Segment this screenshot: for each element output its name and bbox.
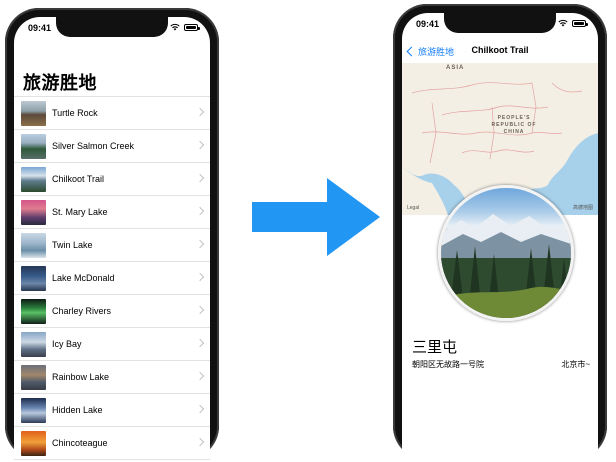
- landmark-thumbnail: [21, 397, 46, 423]
- list-item[interactable]: Rainbow Lake: [14, 361, 210, 394]
- navigation-arrow-icon: [252, 178, 380, 256]
- landmark-thumbnail: [21, 430, 46, 456]
- list-item-label: Chincoteague: [52, 438, 108, 448]
- list-phone-frame: 09:41 旅游胜地 Turtle Rock Silver Salmon Cre…: [5, 8, 219, 460]
- chevron-right-icon: [195, 437, 205, 447]
- list-item-label: St. Mary Lake: [52, 207, 108, 217]
- chevron-right-icon: [195, 140, 205, 150]
- status-icons: [170, 23, 200, 31]
- detail-screen: 09:41 旅游胜地 Chilkoot Trail ASIA PEOPLE'S …: [402, 13, 598, 460]
- list-item-label: Chilkoot Trail: [52, 174, 105, 184]
- landmark-thumbnail: [21, 331, 46, 357]
- landmark-list: Turtle Rock Silver Salmon Creek Chilkoot…: [14, 96, 210, 460]
- map-legal-link[interactable]: Legal: [407, 205, 419, 211]
- chevron-right-icon: [195, 272, 205, 282]
- list-screen: 09:41 旅游胜地 Turtle Rock Silver Salmon Cre…: [14, 17, 210, 460]
- list-item-label: Hidden Lake: [52, 405, 103, 415]
- list-item[interactable]: Silver Salmon Creek: [14, 130, 210, 163]
- chevron-right-icon: [195, 173, 205, 183]
- chevron-right-icon: [195, 404, 205, 414]
- list-item[interactable]: Lake McDonald: [14, 262, 210, 295]
- list-item[interactable]: Charley Rivers: [14, 295, 210, 328]
- large-title: 旅游胜地: [23, 73, 97, 93]
- list-item[interactable]: Twin Lake: [14, 229, 210, 262]
- phone-notch: [56, 17, 168, 37]
- map-label-china: PEOPLE'S REPUBLIC OF CHINA: [491, 115, 537, 135]
- list-item[interactable]: Chilkoot Trail: [14, 163, 210, 196]
- map-label-asia: ASIA: [446, 65, 465, 71]
- map-attribution: 高德地图: [572, 205, 593, 211]
- wifi-icon: [558, 19, 568, 27]
- landmark-thumbnail: [21, 199, 46, 225]
- chevron-right-icon: [195, 107, 205, 117]
- list-item[interactable]: Hidden Lake: [14, 394, 210, 427]
- chevron-right-icon: [195, 371, 205, 381]
- chevron-right-icon: [195, 338, 205, 348]
- list-item[interactable]: Icy Bay: [14, 328, 210, 361]
- nav-title: Chilkoot Trail: [471, 45, 529, 55]
- list-item[interactable]: St. Mary Lake: [14, 196, 210, 229]
- list-item-label: Lake McDonald: [52, 273, 115, 283]
- list-item[interactable]: Chincoteague: [14, 427, 210, 460]
- wifi-icon: [170, 23, 180, 31]
- list-item-label: Charley Rivers: [52, 306, 112, 316]
- chevron-right-icon: [195, 305, 205, 315]
- landmark-photo-art: [441, 214, 571, 318]
- landmark-photo: [438, 185, 574, 321]
- landmark-thumbnail: [21, 265, 46, 291]
- list-item[interactable]: Turtle Rock: [14, 97, 210, 130]
- list-item-label: Icy Bay: [52, 339, 82, 349]
- landmark-name: 三里屯: [412, 339, 458, 356]
- landmark-thumbnail: [21, 100, 46, 126]
- landmark-thumbnail: [21, 133, 46, 159]
- landmark-thumbnail: [21, 166, 46, 192]
- battery-icon: [572, 19, 588, 27]
- list-item-label: Twin Lake: [52, 240, 93, 250]
- landmark-city: 北京市~: [561, 360, 590, 369]
- landmark-address: 朝阳区无故路一号院: [412, 360, 484, 369]
- detail-phone-frame: 09:41 旅游胜地 Chilkoot Trail ASIA PEOPLE'S …: [393, 4, 607, 460]
- chevron-right-icon: [195, 206, 205, 216]
- status-icons: [558, 19, 588, 27]
- chevron-right-icon: [195, 239, 205, 249]
- status-time: 09:41: [416, 19, 440, 29]
- landmark-thumbnail: [21, 298, 46, 324]
- battery-icon: [184, 23, 200, 31]
- list-item-label: Silver Salmon Creek: [52, 141, 135, 151]
- list-item-label: Turtle Rock: [52, 108, 98, 118]
- list-item-label: Rainbow Lake: [52, 372, 110, 382]
- arrow-shape: [252, 178, 380, 256]
- navigation-bar: 旅游胜地 Chilkoot Trail: [402, 41, 598, 63]
- landmark-thumbnail: [21, 232, 46, 258]
- status-time: 09:41: [28, 23, 52, 33]
- landmark-thumbnail: [21, 364, 46, 390]
- phone-notch: [444, 13, 556, 33]
